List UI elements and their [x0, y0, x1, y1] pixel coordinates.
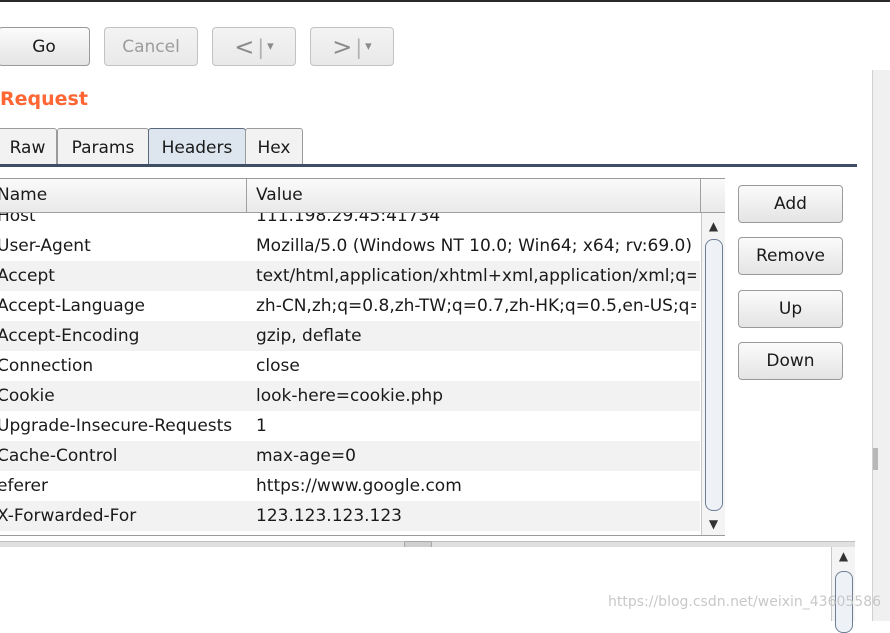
header-value-cell: text/html,application/xhtml+xml,applicat… — [256, 266, 696, 286]
cancel-button[interactable]: Cancel — [104, 27, 198, 66]
tab-params-label: Params — [71, 137, 135, 158]
header-name-cell: eferer — [0, 476, 48, 496]
header-name-cell: Accept-Encoding — [0, 326, 140, 346]
table-row[interactable]: Upgrade-Insecure-Requests 1 — [0, 411, 700, 441]
tab-headers[interactable]: Headers — [148, 128, 246, 166]
header-name-cell: Upgrade-Insecure-Requests — [0, 416, 233, 436]
column-header-value[interactable]: Value — [256, 179, 303, 212]
table-row[interactable]: Cookie look-here=cookie.php — [0, 381, 700, 411]
header-value-cell: Mozilla/5.0 (Windows NT 10.0; Win64; x64… — [256, 236, 696, 256]
header-name-cell: Host — [0, 213, 36, 226]
table-row[interactable]: User-Agent Mozilla/5.0 (Windows NT 10.0;… — [0, 231, 700, 261]
table-row[interactable]: Cache-Control max-age=0 — [0, 441, 700, 471]
header-name-cell: X-Forwarded-For — [0, 506, 137, 526]
tab-hex-label: Hex — [257, 137, 291, 158]
go-button-label: Go — [32, 36, 56, 57]
header-name-cell: Cookie — [0, 386, 55, 406]
table-scrollbar[interactable]: ▲ ▼ — [701, 213, 725, 535]
table-row[interactable]: Connection close — [0, 351, 700, 381]
add-button-label: Add — [774, 194, 807, 214]
column-header-name[interactable]: Name — [0, 179, 247, 212]
window-top-border — [0, 0, 890, 2]
scroll-up-icon[interactable]: ▲ — [702, 217, 725, 235]
header-value-cell: 123.123.123.123 — [256, 506, 403, 526]
tab-params[interactable]: Params — [57, 128, 149, 166]
header-name-cell: User-Agent — [0, 236, 91, 256]
back-arrow-icon: < — [234, 32, 255, 61]
header-value-cell: max-age=0 — [256, 446, 356, 466]
header-value-cell: look-here=cookie.php — [256, 386, 443, 406]
header-name-cell: Accept — [0, 266, 55, 286]
header-name-cell: Cache-Control — [0, 446, 118, 466]
forward-arrow-icon: > — [332, 32, 353, 61]
forward-history-button[interactable]: > | ▾ — [310, 27, 394, 66]
cancel-button-label: Cancel — [122, 36, 180, 57]
header-name-cell: Accept-Language — [0, 296, 145, 316]
tab-raw[interactable]: Raw — [0, 128, 57, 166]
tab-divider — [0, 164, 857, 167]
remove-button-label: Remove — [756, 246, 825, 266]
back-separator: | — [257, 34, 265, 59]
go-button[interactable]: Go — [0, 27, 90, 66]
headers-table: Name Value Host 111.198.29.45:41734 User… — [0, 178, 725, 536]
table-header-corner — [700, 179, 725, 213]
outer-scroll-grip[interactable] — [873, 448, 878, 470]
table-body: Host 111.198.29.45:41734 User-Agent Mozi… — [0, 213, 700, 536]
header-value-cell: close — [256, 356, 300, 376]
remove-button[interactable]: Remove — [738, 237, 843, 275]
up-button[interactable]: Up — [738, 290, 843, 328]
header-value-cell: 1 — [256, 416, 267, 436]
back-dropdown-icon[interactable]: ▾ — [267, 39, 274, 54]
up-button-label: Up — [778, 299, 803, 319]
header-value-cell: 111.198.29.45:41734 — [256, 213, 441, 226]
tab-headers-label: Headers — [161, 137, 233, 158]
header-value-cell: gzip, deflate — [256, 326, 362, 346]
down-button-label: Down — [766, 351, 815, 371]
tab-hex[interactable]: Hex — [245, 128, 303, 166]
request-title: Request — [0, 88, 88, 110]
tab-raw-label: Raw — [9, 137, 46, 158]
outer-scrollbar[interactable] — [872, 70, 890, 621]
scroll-up-icon[interactable]: ▲ — [832, 549, 855, 563]
table-row[interactable]: Accept-Language zh-CN,zh;q=0.8,zh-TW;q=0… — [0, 291, 700, 321]
down-button[interactable]: Down — [738, 342, 843, 380]
table-header: Name Value — [0, 179, 700, 213]
add-button[interactable]: Add — [738, 185, 843, 223]
header-name-cell: Connection — [0, 356, 94, 376]
forward-separator: | — [355, 34, 363, 59]
table-row[interactable]: Accept text/html,application/xhtml+xml,a… — [0, 261, 700, 291]
header-value-cell: https://www.google.com — [256, 476, 462, 496]
header-value-cell: zh-CN,zh;q=0.8,zh-TW;q=0.7,zh-HK;q=0.5,e… — [256, 296, 696, 316]
table-row[interactable]: Host 111.198.29.45:41734 — [0, 213, 700, 231]
table-row[interactable]: Accept-Encoding gzip, deflate — [0, 321, 700, 351]
forward-dropdown-icon[interactable]: ▾ — [365, 39, 372, 54]
scroll-thumb[interactable] — [705, 239, 723, 511]
scroll-down-icon[interactable]: ▼ — [702, 515, 725, 533]
table-row[interactable]: X-Forwarded-For 123.123.123.123 — [0, 501, 700, 531]
watermark: https://blog.csdn.net/weixin_43605586 — [608, 594, 882, 610]
back-history-button[interactable]: < | ▾ — [212, 27, 296, 66]
table-row[interactable]: eferer https://www.google.com — [0, 471, 700, 501]
